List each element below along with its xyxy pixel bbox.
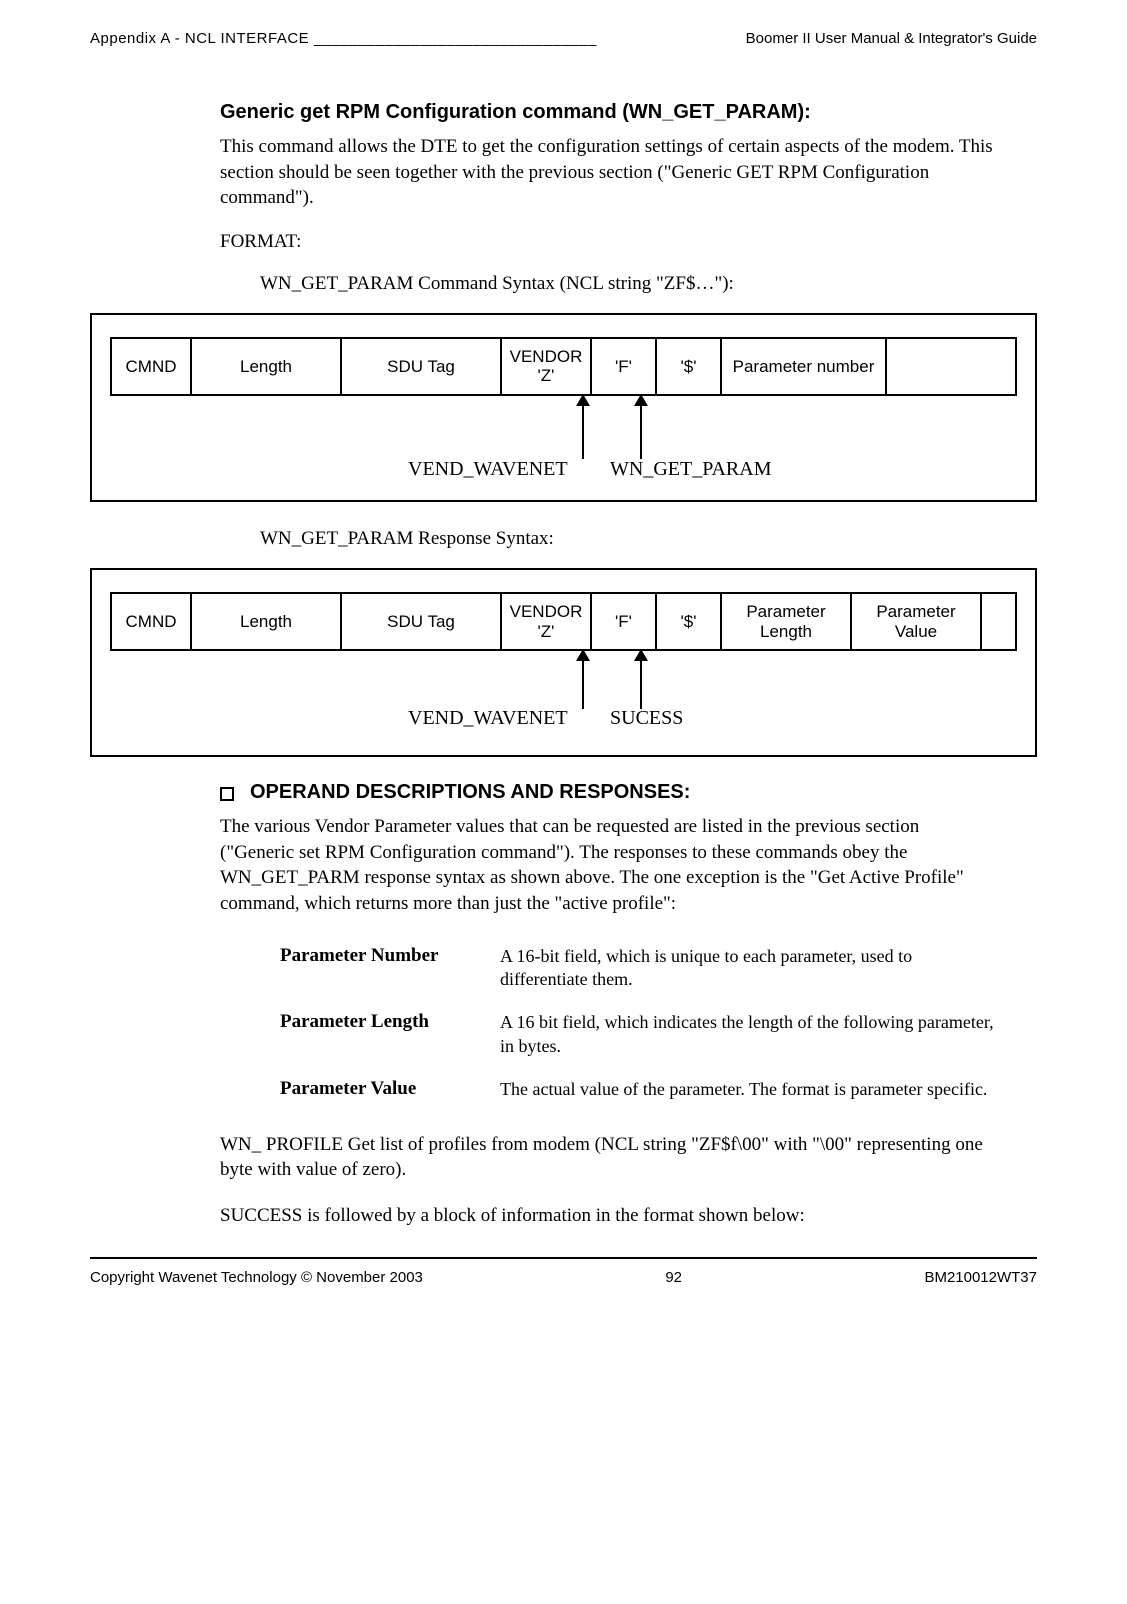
success-paragraph: SUCCESS is followed by a block of inform…: [220, 1203, 997, 1229]
cell-vendor: VENDOR 'Z': [502, 594, 592, 649]
label-sucess: SUCESS: [610, 707, 683, 730]
command-syntax-diagram: CMND Length SDU Tag VENDOR 'Z' 'F' '$' P…: [90, 313, 1037, 502]
operand-body: The various Vendor Parameter values that…: [220, 814, 997, 917]
wn-profile-paragraph: WN_ PROFILE Get list of profiles from mo…: [220, 1132, 997, 1183]
page-header: Appendix A - NCL INTERFACE _____________…: [90, 30, 1037, 51]
cell-tail: [982, 594, 1015, 649]
definition-desc: A 16-bit field, which is unique to each …: [500, 945, 997, 992]
cell-param-number: Parameter number: [722, 339, 887, 394]
definition-term: Parameter Length: [280, 1011, 500, 1058]
format-label: FORMAT:: [220, 231, 997, 253]
cell-length: Length: [192, 594, 342, 649]
response-syntax-caption: WN_GET_PARAM Response Syntax:: [260, 528, 997, 550]
cell-dollar: '$': [657, 339, 722, 394]
section-title: Generic get RPM Configuration command (W…: [220, 101, 997, 124]
arrow-line: [582, 659, 584, 709]
definition-term: Parameter Value: [280, 1078, 500, 1101]
arrow-line: [582, 404, 584, 459]
label-wn-get-param: WN_GET_PARAM: [610, 458, 772, 481]
cell-cmnd: CMND: [112, 339, 192, 394]
definition-row: Parameter Number A 16-bit field, which i…: [280, 945, 997, 992]
cell-param-value: Parameter Value: [852, 594, 982, 649]
command-row: CMND Length SDU Tag VENDOR 'Z' 'F' '$' P…: [110, 337, 1017, 396]
section-intro: This command allows the DTE to get the c…: [220, 134, 997, 211]
definitions: Parameter Number A 16-bit field, which i…: [280, 945, 997, 1102]
header-right: Boomer II User Manual & Integrator's Gui…: [746, 30, 1037, 47]
cell-vendor-l1: VENDOR: [506, 347, 586, 367]
footer-left: Copyright Wavenet Technology © November …: [90, 1269, 423, 1286]
cell-vendor-l1: VENDOR: [506, 602, 586, 622]
definition-row: Parameter Value The actual value of the …: [280, 1078, 997, 1101]
cell-param-length-l1: Parameter: [726, 602, 846, 622]
cell-vendor: VENDOR 'Z': [502, 339, 592, 394]
cell-param-length-l2: Length: [726, 622, 846, 642]
cell-dollar: '$': [657, 594, 722, 649]
cell-cmnd: CMND: [112, 594, 192, 649]
footer-center: 92: [665, 1269, 682, 1286]
arrow-line: [640, 404, 642, 459]
header-left: Appendix A - NCL INTERFACE _____________…: [90, 30, 597, 47]
cell-length: Length: [192, 339, 342, 394]
cell-f: 'F': [592, 594, 657, 649]
label-vend-wavenet: VEND_WAVENET: [408, 707, 568, 730]
cell-tail: [887, 339, 1015, 394]
cell-param-length: Parameter Length: [722, 594, 852, 649]
response-row: CMND Length SDU Tag VENDOR 'Z' 'F' '$' P…: [110, 592, 1017, 651]
page-footer: Copyright Wavenet Technology © November …: [90, 1259, 1037, 1286]
label-vend-wavenet: VEND_WAVENET: [408, 458, 568, 481]
footer-right: BM210012WT37: [924, 1269, 1037, 1286]
cell-param-value-l1: Parameter: [856, 602, 976, 622]
cell-vendor-l2: 'Z': [506, 622, 586, 642]
arrow-line: [640, 659, 642, 709]
response-syntax-diagram: CMND Length SDU Tag VENDOR 'Z' 'F' '$' P…: [90, 568, 1037, 757]
definition-term: Parameter Number: [280, 945, 500, 992]
definition-desc: The actual value of the parameter. The f…: [500, 1078, 997, 1101]
definition-row: Parameter Length A 16 bit field, which i…: [280, 1011, 997, 1058]
cell-param-value-l2: Value: [856, 622, 976, 642]
cell-vendor-l2: 'Z': [506, 366, 586, 386]
cell-sdutag: SDU Tag: [342, 594, 502, 649]
cell-sdutag: SDU Tag: [342, 339, 502, 394]
definition-desc: A 16 bit field, which indicates the leng…: [500, 1011, 997, 1058]
operand-heading: OPERAND DESCRIPTIONS AND RESPONSES:: [220, 781, 997, 804]
cell-f: 'F': [592, 339, 657, 394]
command-syntax-caption: WN_GET_PARAM Command Syntax (NCL string …: [260, 273, 997, 295]
